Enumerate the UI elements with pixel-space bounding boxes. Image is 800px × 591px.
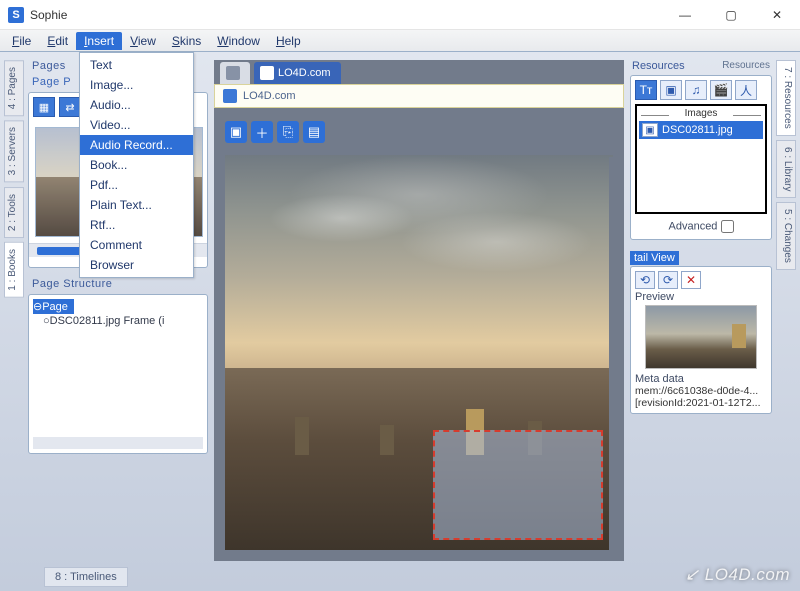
menu-insert[interactable]: Insert: [76, 32, 122, 50]
res-filter-text-icon[interactable]: Tᴛ: [635, 80, 657, 100]
insert-comment[interactable]: Comment: [80, 235, 193, 255]
side-tab-changes[interactable]: 5 : Changes: [776, 202, 796, 270]
center-area: LO4D.com LO4D.com ▣ ＋ ⎘ ▤: [214, 60, 624, 561]
image-file-icon: ▣: [642, 123, 658, 137]
res-filter-image-icon[interactable]: ▣: [660, 80, 682, 100]
doc-icon: [260, 66, 274, 80]
side-tab-resources[interactable]: 7 : Resources: [776, 60, 796, 136]
right-side-tabs: 7 : Resources 6 : Library 5 : Changes: [776, 60, 796, 270]
resources-list: Images ▣ DSC02811.jpg: [635, 104, 767, 214]
advanced-checkbox[interactable]: [721, 220, 734, 233]
resources-header-label: Resources: [632, 60, 685, 72]
tab-home[interactable]: [220, 62, 250, 84]
res-filter-video-icon[interactable]: 🎬: [710, 80, 732, 100]
resources-header: Resources: [630, 60, 772, 75]
tab-document[interactable]: LO4D.com: [254, 62, 341, 84]
monitor-icon: [226, 66, 240, 80]
detail-toolbar: ⟲ ⟳ ✕: [635, 271, 767, 289]
tree-node-page[interactable]: ⊖Page: [33, 299, 74, 314]
menu-view[interactable]: View: [122, 32, 164, 50]
insert-audio-record[interactable]: Audio Record...: [80, 135, 193, 155]
titlebar: S Sophie — ▢ ✕: [0, 0, 800, 30]
detail-box: ⟲ ⟳ ✕ Preview Meta data mem://6c61038e-d…: [630, 266, 772, 414]
insert-text[interactable]: Text: [80, 55, 193, 75]
res-filter-pdf-icon[interactable]: 人: [735, 80, 757, 100]
app-logo-icon: S: [8, 7, 24, 23]
menubar: File Edit Insert View Skins Window Help: [0, 30, 800, 52]
menu-file-rest: ile: [19, 34, 31, 48]
insert-plain-text[interactable]: Plain Text...: [80, 195, 193, 215]
structure-hscroll[interactable]: [33, 437, 203, 449]
insert-dropdown: Text Image... Audio... Video... Audio Re…: [79, 52, 194, 278]
insert-rtf[interactable]: Rtf...: [80, 215, 193, 235]
canvas-wrap: ▣ ＋ ⎘ ▤: [214, 108, 624, 561]
side-tab-books[interactable]: 1 : Books: [4, 242, 24, 298]
detail-prev-icon[interactable]: ⟲: [635, 271, 655, 289]
menu-edit[interactable]: Edit: [39, 32, 76, 50]
resources-toolbar: Tᴛ ▣ ♫ 🎬 人: [635, 80, 767, 100]
resources-box: Tᴛ ▣ ♫ 🎬 人 Images ▣ DSC02811.jpg Advance…: [630, 75, 772, 240]
menu-file[interactable]: File: [4, 32, 39, 50]
side-tab-pages[interactable]: 4 : Pages: [4, 60, 24, 116]
pages-tool-2-icon[interactable]: ⇄: [59, 97, 81, 117]
pages-tool-1-icon[interactable]: ▦: [33, 97, 55, 117]
close-button[interactable]: ✕: [754, 0, 800, 30]
detail-delete-icon[interactable]: ✕: [681, 271, 701, 289]
canvas-tool-add-icon[interactable]: ▣: [225, 121, 247, 143]
window-title: Sophie: [30, 8, 67, 22]
insert-browser[interactable]: Browser: [80, 255, 193, 275]
tree-node-frame-label: DSC02811.jpg Frame (i: [50, 315, 165, 327]
selection-box[interactable]: [433, 430, 603, 540]
advanced-row: Advanced: [635, 214, 767, 235]
side-tab-servers[interactable]: 3 : Servers: [4, 120, 24, 182]
canvas-tool-image-icon[interactable]: ▤: [303, 121, 325, 143]
canvas-page[interactable]: [225, 155, 613, 550]
left-side-tabs: 4 : Pages 3 : Servers 2 : Tools 1 : Book…: [4, 60, 24, 297]
resources-item-label: DSC02811.jpg: [662, 124, 733, 136]
insert-video[interactable]: Video...: [80, 115, 193, 135]
insert-image[interactable]: Image...: [80, 75, 193, 95]
insert-audio[interactable]: Audio...: [80, 95, 193, 115]
canvas-vscroll[interactable]: [609, 157, 623, 550]
page-structure-tree: ⊖Page ○DSC02811.jpg Frame (i: [28, 294, 208, 454]
document-tabstrip: LO4D.com: [214, 60, 624, 84]
page-structure-panel: Page Structure ⊖Page ○DSC02811.jpg Frame…: [28, 278, 208, 454]
insert-book[interactable]: Book...: [80, 155, 193, 175]
meta-label: Meta data: [635, 373, 767, 385]
detail-panel: tail View ⟲ ⟳ ✕ Preview Meta data mem://…: [630, 248, 772, 414]
resources-item[interactable]: ▣ DSC02811.jpg: [639, 121, 763, 139]
canvas-tool-link-icon[interactable]: ⎘: [277, 121, 299, 143]
photo-frame[interactable]: [225, 155, 613, 550]
insert-pdf[interactable]: Pdf...: [80, 175, 193, 195]
meta-value-2: [revisionId:2021-01-12T2...: [635, 397, 767, 409]
detail-title: tail View: [630, 251, 679, 265]
res-filter-audio-icon[interactable]: ♫: [685, 80, 707, 100]
resources-group-label: Images: [639, 108, 763, 119]
menu-help[interactable]: Help: [268, 32, 309, 50]
menu-skins[interactable]: Skins: [164, 32, 209, 50]
advanced-label: Advanced: [669, 220, 718, 232]
bottom-tab-timelines[interactable]: 8 : Timelines: [44, 567, 128, 587]
side-tab-library[interactable]: 6 : Library: [776, 140, 796, 198]
side-tab-tools[interactable]: 2 : Tools: [4, 187, 24, 238]
preview-label: Preview: [635, 291, 767, 303]
minimize-button[interactable]: —: [662, 0, 708, 30]
canvas-tool-plus-icon[interactable]: ＋: [251, 121, 273, 143]
preview-image[interactable]: [645, 305, 757, 369]
canvas-toolbar: ▣ ＋ ⎘ ▤: [225, 121, 325, 143]
meta-value-1: mem://6c61038e-d0de-4...: [635, 385, 767, 397]
tab-document-label: LO4D.com: [278, 67, 331, 79]
document-subbar: LO4D.com: [214, 84, 624, 108]
tree-node-page-label: Page: [42, 301, 68, 313]
page-structure-title: Page Structure: [28, 278, 208, 294]
favicon-icon: [223, 89, 237, 103]
watermark: ↙ LO4D.com: [685, 565, 790, 585]
menu-window[interactable]: Window: [209, 32, 268, 50]
document-subbar-label: LO4D.com: [243, 90, 296, 102]
detail-next-icon[interactable]: ⟳: [658, 271, 678, 289]
canvas-hscroll[interactable]: [225, 550, 609, 560]
maximize-button[interactable]: ▢: [708, 0, 754, 30]
right-panel: Resources Tᴛ ▣ ♫ 🎬 人 Images ▣ DSC02811.j…: [630, 60, 772, 414]
tree-node-frame[interactable]: ○DSC02811.jpg Frame (i: [33, 314, 203, 328]
